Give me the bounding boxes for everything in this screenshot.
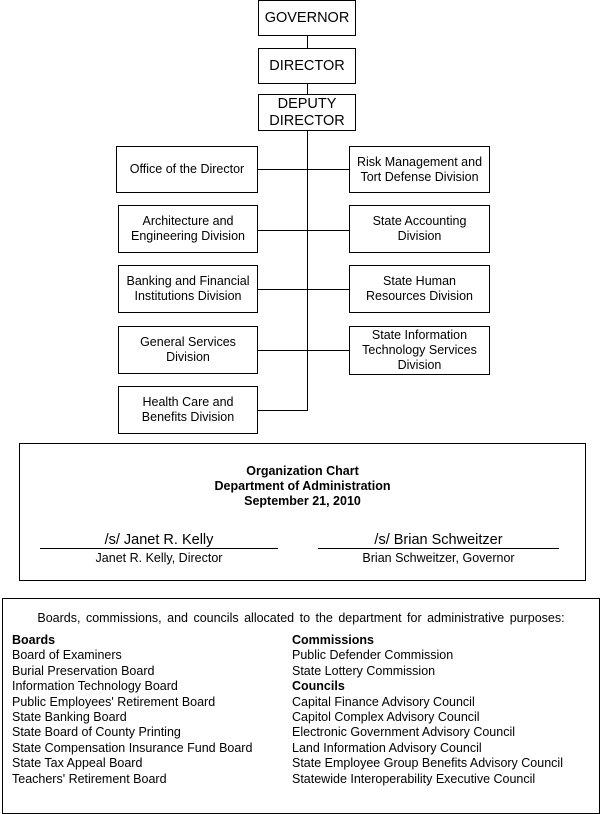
connector-row-2 [257,230,349,231]
division-label: Office of the Director [129,162,245,176]
connector-vertical-trunk [307,36,308,411]
governor-signature-line [318,548,559,549]
department-title: Department of Administration [214,479,391,493]
director-role: Janet R. Kelly, Director [95,551,223,565]
deputy-director-box: DEPUTY DIRECTOR [258,94,356,131]
board-item: Public Employees' Retirement Board [12,694,216,709]
commission-item: Public Defender Commission [292,648,454,663]
boards-heading: Boards [12,633,56,647]
allocated-bodies-panel: Boards, commissions, and councils alloca… [2,598,600,814]
division-label: State Information Technology Services Di… [362,328,477,372]
board-item: State Board of County Printing [12,725,181,740]
board-item: State Compensation Insurance Fund Board [12,740,253,755]
general-services-box: General Services Division [118,326,258,374]
councils-heading: Councils [292,679,345,694]
council-item: Land Information Advisory Council [292,740,482,755]
connector-row-1 [257,169,349,170]
commissions-heading: Commissions [292,633,374,647]
state-it-services-box: State Information Technology Services Di… [349,326,490,375]
commission-item: State Lottery Commission [292,663,436,678]
risk-management-box: Risk Management and Tort Defense Divisio… [349,146,490,193]
deputy-director-label: DEPUTY DIRECTOR [269,95,345,129]
state-human-resources-box: State Human Resources Division [349,265,490,313]
architecture-engineering-box: Architecture and Engineering Division [118,205,258,253]
division-label: State Human Resources Division [366,274,473,303]
connector-row-4 [257,350,349,351]
council-item: Capitol Complex Advisory Council [292,710,480,725]
division-label: Banking and Financial Institutions Divis… [126,274,250,303]
state-accounting-box: State Accounting Division [349,205,490,253]
council-item: Statewide Interoperability Executive Cou… [292,771,536,786]
board-item: Board of Examiners [12,648,122,663]
board-item: Teachers' Retirement Board [12,771,167,786]
board-item: State Tax Appeal Board [12,756,143,771]
council-item: Electronic Government Advisory Council [292,725,516,740]
division-label: State Accounting Division [372,214,467,243]
division-label: Risk Management and Tort Defense Divisio… [356,154,483,184]
division-label: Health Care and Benefits Division [141,395,235,424]
director-signature-line [40,548,278,549]
chart-title: Organization Chart [246,464,359,478]
board-item: State Banking Board [12,710,127,725]
director-signature: /s/ Janet R. Kelly [104,532,214,548]
allocated-intro: Boards, commissions, and councils alloca… [37,611,565,625]
office-of-director-box: Office of the Director [116,146,258,193]
director-box: DIRECTOR [258,48,356,84]
board-item: Information Technology Board [12,679,178,694]
board-item: Burial Preservation Board [12,663,155,678]
chart-date: September 21, 2010 [244,494,361,508]
connector-row-5 [257,410,308,411]
signature-panel: Organization Chart Department of Adminis… [19,443,586,581]
governor-signature: /s/ Brian Schweitzer [374,532,503,548]
governor-box: GOVERNOR [258,0,356,36]
division-label: Architecture and Engineering Division [131,214,245,243]
commissions-councils-column: Commissions Public Defender Commission S… [292,633,563,787]
connector-row-3 [257,289,349,290]
council-item: State Employee Group Benefits Advisory C… [292,756,563,771]
boards-column: Boards Board of Examiners Burial Preserv… [12,633,252,787]
governor-role: Brian Schweitzer, Governor [362,551,515,565]
banking-financial-box: Banking and Financial Institutions Divis… [118,265,258,313]
division-label: General Services Division [140,335,236,364]
governor-label: GOVERNOR [264,9,350,26]
health-care-benefits-box: Health Care and Benefits Division [118,386,258,434]
director-label: DIRECTOR [269,57,345,74]
council-item: Capital Finance Advisory Council [292,694,475,709]
